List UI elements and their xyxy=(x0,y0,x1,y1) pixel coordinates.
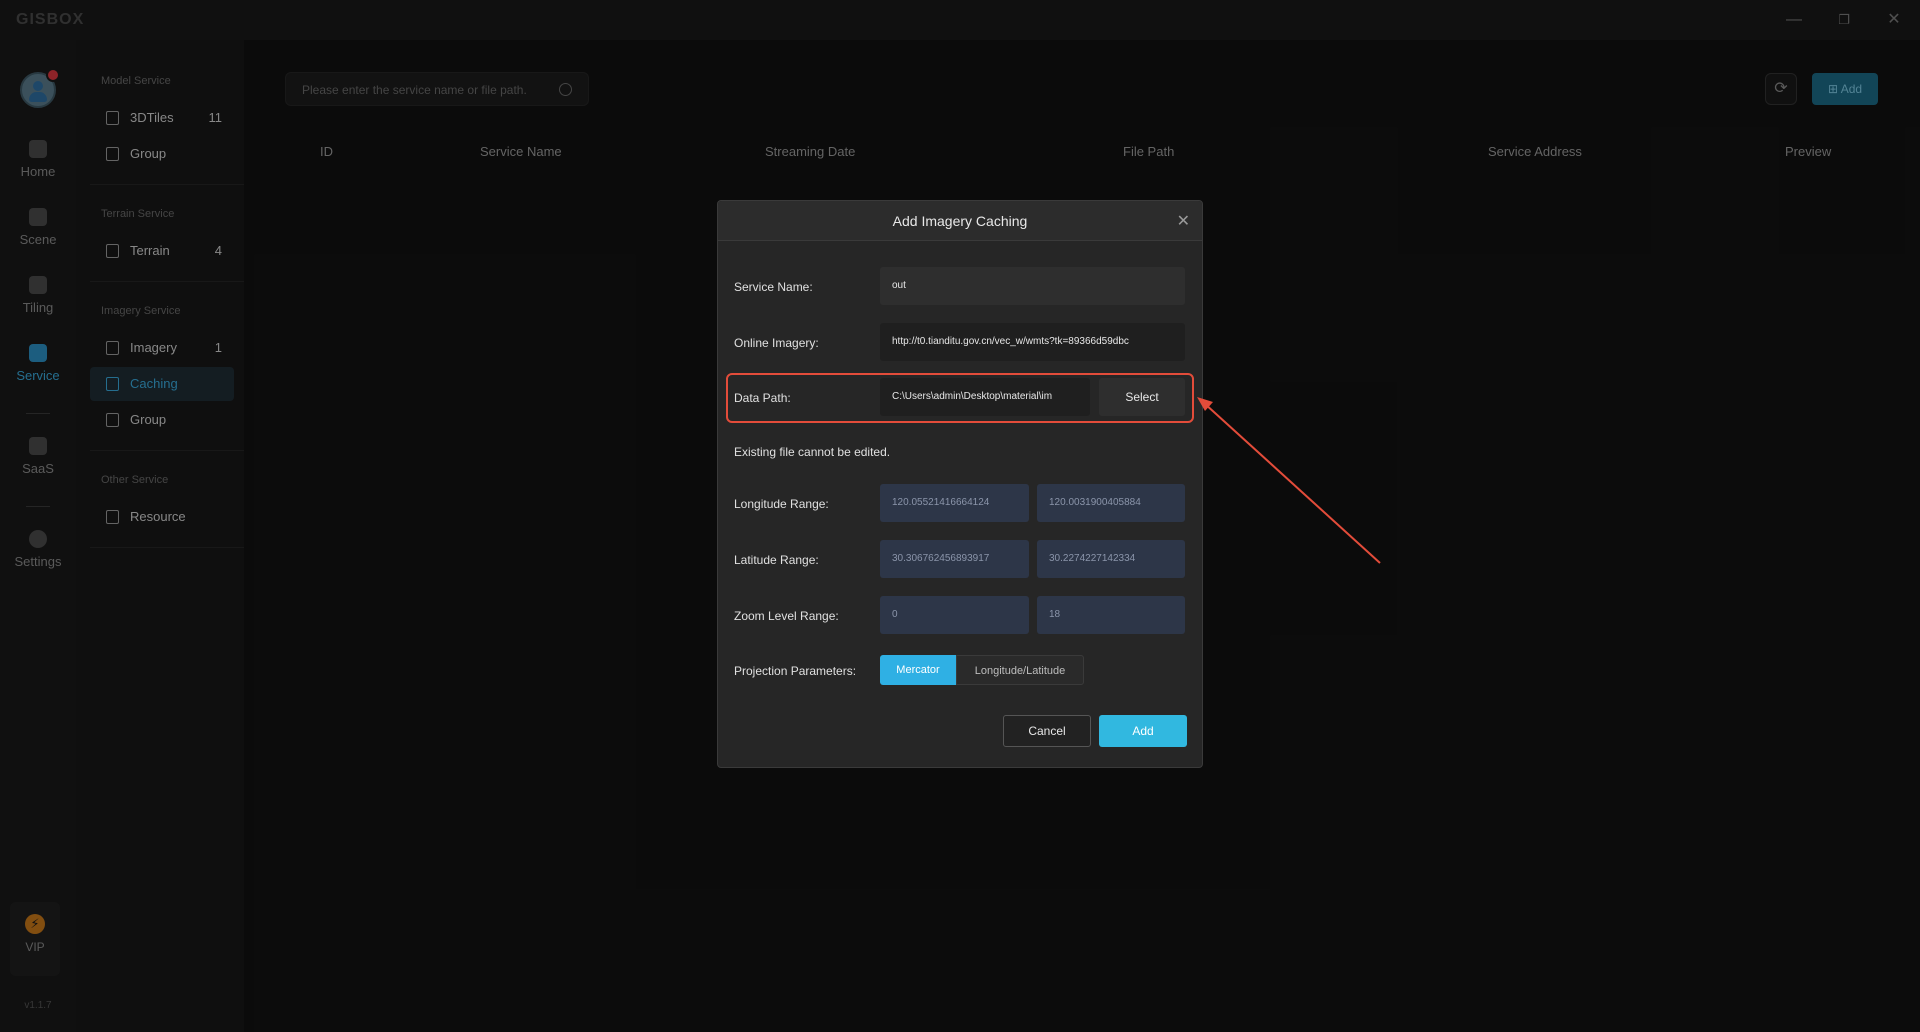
arrow-shaft xyxy=(1203,402,1381,564)
annotation-arrow xyxy=(1197,397,1381,564)
